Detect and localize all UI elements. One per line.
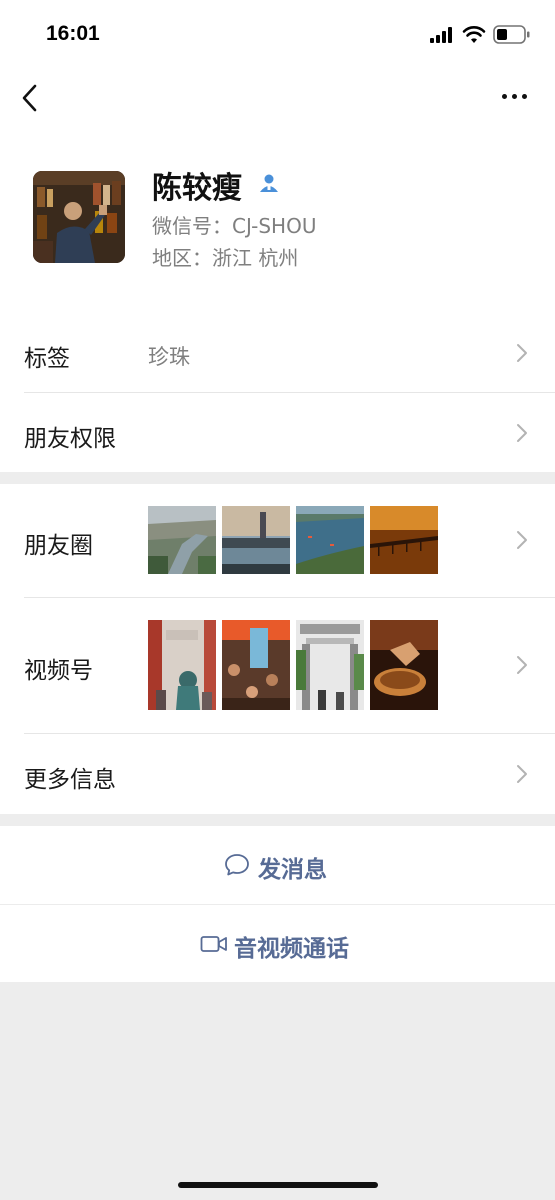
wechat-id: 微信号：CJ-SHOU [152, 214, 317, 238]
person-icon [260, 174, 278, 192]
channels-thumbnail [296, 620, 364, 710]
permissions-row[interactable]: 朋友权限 [0, 393, 555, 472]
moments-thumbnail [370, 506, 438, 574]
tags-value: 珍珠 [148, 345, 190, 369]
avatar-image [33, 171, 125, 263]
chevron-right-icon [517, 424, 527, 442]
moments-thumbnail [296, 506, 364, 574]
avatar[interactable] [33, 171, 125, 263]
region: 地区：浙江 杭州 [152, 246, 299, 270]
home-indicator[interactable] [178, 1182, 378, 1188]
channels-thumbnail [148, 620, 216, 710]
video-camera-icon [200, 936, 227, 952]
moments-thumbnail [222, 506, 290, 574]
more-info-row[interactable]: 更多信息 [0, 734, 555, 814]
channels-thumbnail [222, 620, 290, 710]
send-message-label: 发消息 [258, 857, 327, 883]
chevron-right-icon [517, 344, 527, 362]
permissions-label: 朋友权限 [24, 426, 116, 452]
wifi-icon [462, 26, 486, 43]
more-options-icon[interactable] [500, 94, 530, 102]
tags-row[interactable]: 标签 珍珠 [0, 313, 555, 393]
chevron-right-icon [517, 656, 527, 674]
cellular-signal-icon [430, 27, 456, 43]
back-icon[interactable] [18, 82, 46, 114]
status-time: 16:01 [46, 22, 100, 45]
contact-name: 陈较瘦 [152, 171, 242, 206]
channels-row[interactable]: 视频号 [0, 598, 555, 733]
battery-icon [493, 25, 530, 44]
send-message-button[interactable]: 发消息 [0, 826, 555, 904]
channels-thumbnail [370, 620, 438, 710]
moments-row[interactable]: 朋友圈 [0, 484, 555, 597]
chevron-right-icon [517, 765, 527, 783]
status-bar: 16:01 [0, 0, 555, 70]
chat-bubble-icon [225, 854, 249, 876]
video-call-button[interactable]: 音视频通话 [0, 905, 555, 983]
chevron-right-icon [517, 531, 527, 549]
channels-label: 视频号 [24, 658, 93, 684]
moments-thumbnail [148, 506, 216, 574]
moments-label: 朋友圈 [24, 533, 93, 559]
video-call-label: 音视频通话 [234, 936, 349, 962]
more-info-label: 更多信息 [24, 767, 116, 793]
tags-label: 标签 [24, 346, 70, 372]
